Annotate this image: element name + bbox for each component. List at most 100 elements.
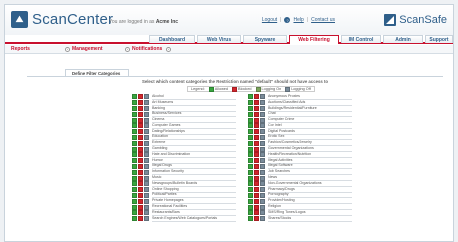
block-toggle-icon[interactable] — [254, 117, 259, 123]
allow-toggle-icon[interactable] — [248, 111, 253, 117]
block-toggle-icon[interactable] — [254, 181, 259, 187]
allow-toggle-icon[interactable] — [132, 210, 137, 216]
block-toggle-icon[interactable] — [138, 134, 143, 140]
block-toggle-icon[interactable] — [254, 111, 259, 117]
block-toggle-icon[interactable] — [254, 100, 259, 106]
logging-toggle-icon[interactable] — [260, 216, 265, 222]
block-toggle-icon[interactable] — [138, 169, 143, 175]
logging-toggle-icon[interactable] — [144, 169, 149, 175]
allow-toggle-icon[interactable] — [132, 169, 137, 175]
allow-toggle-icon[interactable] — [132, 152, 137, 158]
block-toggle-icon[interactable] — [254, 192, 259, 198]
allow-toggle-icon[interactable] — [132, 216, 137, 222]
block-toggle-icon[interactable] — [138, 111, 143, 117]
block-toggle-icon[interactable] — [138, 100, 143, 106]
tab-web-virus[interactable]: Web Virus — [197, 35, 241, 43]
logging-toggle-icon[interactable] — [260, 140, 265, 146]
logging-toggle-icon[interactable] — [144, 192, 149, 198]
allow-toggle-icon[interactable] — [248, 175, 253, 181]
contact-link[interactable]: Contact us — [311, 17, 335, 23]
logging-toggle-icon[interactable] — [144, 129, 149, 135]
allow-toggle-icon[interactable] — [248, 204, 253, 210]
block-toggle-icon[interactable] — [254, 175, 259, 181]
logging-toggle-icon[interactable] — [260, 210, 265, 216]
allow-toggle-icon[interactable] — [248, 134, 253, 140]
logging-toggle-icon[interactable] — [260, 111, 265, 117]
logging-toggle-icon[interactable] — [144, 117, 149, 123]
allow-toggle-icon[interactable] — [132, 100, 137, 106]
tab-spyware[interactable]: Spyware — [243, 35, 287, 43]
allow-toggle-icon[interactable] — [132, 192, 137, 198]
logging-toggle-icon[interactable] — [260, 146, 265, 152]
allow-toggle-icon[interactable] — [248, 169, 253, 175]
logging-toggle-icon[interactable] — [260, 192, 265, 198]
logging-toggle-icon[interactable] — [144, 210, 149, 216]
block-toggle-icon[interactable] — [138, 163, 143, 169]
help-icon[interactable]: ? — [284, 17, 291, 23]
block-toggle-icon[interactable] — [138, 105, 143, 111]
allow-toggle-icon[interactable] — [132, 158, 137, 164]
logging-toggle-icon[interactable] — [144, 181, 149, 187]
help-link[interactable]: Help — [293, 17, 303, 23]
block-toggle-icon[interactable] — [138, 146, 143, 152]
logging-toggle-icon[interactable] — [260, 117, 265, 123]
allow-toggle-icon[interactable] — [248, 105, 253, 111]
logging-toggle-icon[interactable] — [144, 216, 149, 222]
tab-dashboard[interactable]: Dashboard — [149, 35, 195, 43]
allow-toggle-icon[interactable] — [132, 105, 137, 111]
logging-toggle-icon[interactable] — [260, 169, 265, 175]
logging-toggle-icon[interactable] — [144, 204, 149, 210]
allow-toggle-icon[interactable] — [132, 117, 137, 123]
block-toggle-icon[interactable] — [254, 129, 259, 135]
logging-toggle-icon[interactable] — [144, 94, 149, 100]
subnav-reports[interactable]: Reports — [11, 46, 30, 52]
allow-toggle-icon[interactable] — [248, 123, 253, 129]
block-toggle-icon[interactable] — [254, 169, 259, 175]
block-toggle-icon[interactable] — [254, 187, 259, 193]
block-toggle-icon[interactable] — [138, 129, 143, 135]
logging-toggle-icon[interactable] — [144, 152, 149, 158]
block-toggle-icon[interactable] — [138, 198, 143, 204]
allow-toggle-icon[interactable] — [248, 163, 253, 169]
block-toggle-icon[interactable] — [138, 117, 143, 123]
allow-toggle-icon[interactable] — [248, 216, 253, 222]
block-toggle-icon[interactable] — [254, 198, 259, 204]
allow-toggle-icon[interactable] — [248, 198, 253, 204]
logging-toggle-icon[interactable] — [260, 187, 265, 193]
block-toggle-icon[interactable] — [138, 123, 143, 129]
allow-toggle-icon[interactable] — [248, 94, 253, 100]
logging-toggle-icon[interactable] — [144, 163, 149, 169]
logging-toggle-icon[interactable] — [144, 187, 149, 193]
allow-toggle-icon[interactable] — [248, 158, 253, 164]
logging-toggle-icon[interactable] — [260, 204, 265, 210]
logging-toggle-icon[interactable] — [260, 100, 265, 106]
allow-toggle-icon[interactable] — [248, 210, 253, 216]
allow-toggle-icon[interactable] — [132, 134, 137, 140]
tab-support[interactable]: Support — [425, 35, 453, 43]
block-toggle-icon[interactable] — [138, 187, 143, 193]
logging-toggle-icon[interactable] — [260, 123, 265, 129]
subnav-management[interactable]: › Management — [65, 46, 103, 52]
block-toggle-icon[interactable] — [254, 94, 259, 100]
block-toggle-icon[interactable] — [254, 152, 259, 158]
allow-toggle-icon[interactable] — [248, 100, 253, 106]
logging-toggle-icon[interactable] — [260, 129, 265, 135]
logging-toggle-icon[interactable] — [260, 134, 265, 140]
allow-toggle-icon[interactable] — [132, 187, 137, 193]
allow-toggle-icon[interactable] — [132, 146, 137, 152]
allow-toggle-icon[interactable] — [132, 94, 137, 100]
allow-toggle-icon[interactable] — [248, 152, 253, 158]
allow-toggle-icon[interactable] — [132, 140, 137, 146]
block-toggle-icon[interactable] — [254, 158, 259, 164]
block-toggle-icon[interactable] — [138, 152, 143, 158]
logout-link[interactable]: Logout — [262, 17, 277, 23]
logging-toggle-icon[interactable] — [260, 158, 265, 164]
allow-toggle-icon[interactable] — [132, 198, 137, 204]
logging-toggle-icon[interactable] — [260, 105, 265, 111]
allow-toggle-icon[interactable] — [248, 181, 253, 187]
logging-toggle-icon[interactable] — [144, 146, 149, 152]
block-toggle-icon[interactable] — [138, 94, 143, 100]
logging-toggle-icon[interactable] — [260, 198, 265, 204]
allow-toggle-icon[interactable] — [132, 204, 137, 210]
block-toggle-icon[interactable] — [254, 216, 259, 222]
